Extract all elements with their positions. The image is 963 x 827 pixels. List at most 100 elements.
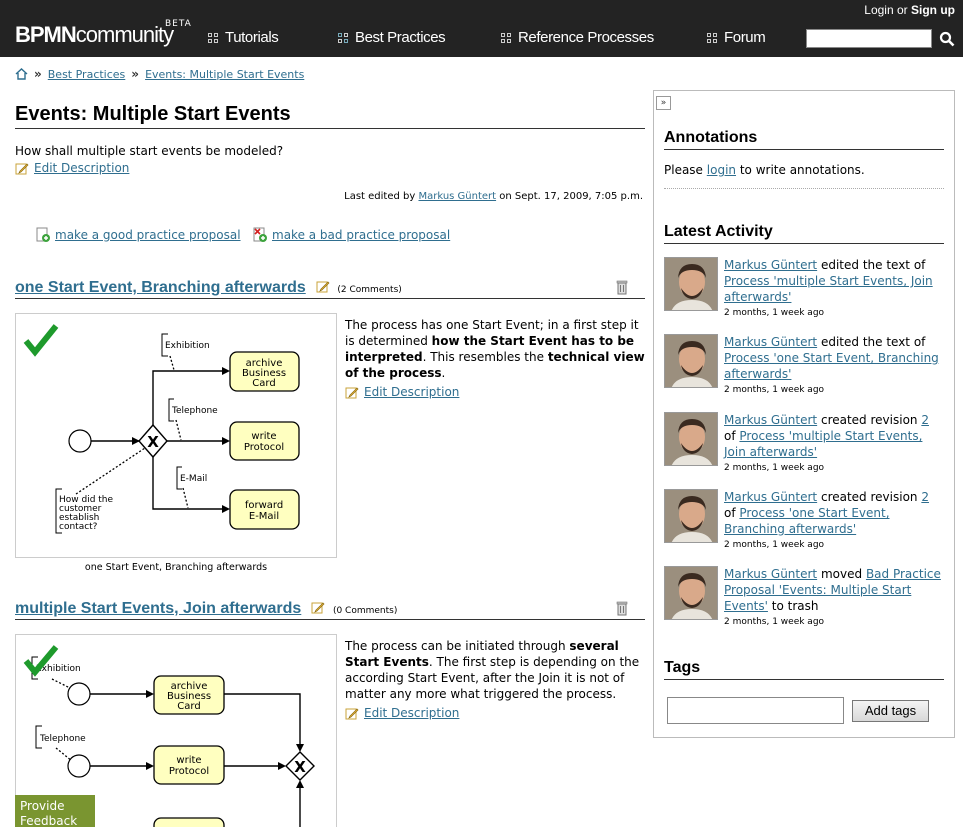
grid-icon xyxy=(208,32,218,43)
start-event xyxy=(68,429,92,453)
check-icon xyxy=(23,324,59,357)
activity-of: of xyxy=(724,506,736,520)
site-logo[interactable]: BPMNcommunity xyxy=(15,22,174,48)
activity-revision-link[interactable]: 2 xyxy=(921,413,929,427)
pencil-icon[interactable] xyxy=(311,601,325,614)
trash-icon[interactable] xyxy=(616,280,628,295)
task-partial xyxy=(153,817,225,827)
activity-target-link[interactable]: Process 'multiple Start Events, Join aft… xyxy=(724,274,933,304)
signup-link[interactable]: Sign up xyxy=(911,3,955,17)
good-proposal-link[interactable]: make a good practice proposal xyxy=(35,227,241,243)
edit-description-link[interactable]: Edit Description xyxy=(15,161,283,175)
activity-time: 2 months, 1 week ago xyxy=(724,308,825,318)
pencil-icon xyxy=(345,708,359,719)
activity-of: of xyxy=(724,429,736,443)
beta-badge: BETA xyxy=(165,19,192,29)
avatar[interactable] xyxy=(664,412,718,466)
task-archive-label: Card xyxy=(252,378,275,389)
practice-2-comments[interactable]: (0 Comments) xyxy=(333,606,397,616)
nav-tutorials[interactable]: Tutorials xyxy=(208,29,279,46)
practice-2-description: The process can be initiated through sev… xyxy=(345,638,645,721)
practice-1-edit-description[interactable]: Edit Description xyxy=(345,384,645,400)
activity-time: 2 months, 1 week ago xyxy=(724,617,825,627)
practice-2-title-link[interactable]: multiple Start Events, Join afterwards xyxy=(15,600,301,617)
auth-links: Login or Sign up xyxy=(864,3,955,17)
practice-1-header: one Start Event, Branching afterwards (2… xyxy=(15,279,645,299)
avatar[interactable] xyxy=(664,566,718,620)
breadcrumb: » Best Practices » Events: Multiple Star… xyxy=(15,67,304,81)
task-forward-label: E-Mail xyxy=(249,511,279,522)
activity-user-link[interactable]: Markus Güntert xyxy=(724,490,817,504)
practice-1-diagram[interactable]: X Exhibition Telephone E-Mail How did th… xyxy=(15,313,337,558)
user-photo-icon xyxy=(665,490,717,542)
bad-proposal-link[interactable]: make a bad practice proposal xyxy=(252,227,450,243)
activity-user-link[interactable]: Markus Güntert xyxy=(724,335,817,349)
annotation-telephone: Telephone xyxy=(171,406,218,416)
nav-forum[interactable]: Forum xyxy=(707,29,766,46)
gateway-label: X xyxy=(294,758,306,776)
breadcrumb-best-practices[interactable]: Best Practices xyxy=(48,68,126,81)
activity-tail: to trash xyxy=(771,599,819,613)
activity-action: created revision xyxy=(820,490,918,504)
grid-icon xyxy=(501,32,511,43)
activity-target-link[interactable]: Process 'multiple Start Events, Join aft… xyxy=(724,429,922,459)
annotation-exhibition: Exhibition xyxy=(165,341,210,351)
latest-activity-heading: Latest Activity xyxy=(664,223,944,244)
annotations-text: Please login to write annotations. xyxy=(664,163,865,177)
activity-revision-link[interactable]: 2 xyxy=(921,490,929,504)
last-edited-user-link[interactable]: Markus Güntert xyxy=(418,191,496,202)
practice-1-comments[interactable]: (2 Comments) xyxy=(337,285,401,295)
annotations-login-link[interactable]: login xyxy=(707,163,736,177)
search-input[interactable] xyxy=(806,29,932,48)
practice-1-description: The process has one Start Event; in a fi… xyxy=(345,318,645,400)
task-protocol-label: Protocol xyxy=(169,766,209,777)
provide-feedback-button[interactable]: Provide Feedback xyxy=(15,795,95,827)
pencil-icon xyxy=(345,387,359,398)
activity-time: 2 months, 1 week ago xyxy=(724,540,825,550)
activity-time: 2 months, 1 week ago xyxy=(724,385,825,395)
annotation-question: contact? xyxy=(59,522,98,532)
home-icon[interactable] xyxy=(15,68,28,80)
grid-icon xyxy=(707,32,717,43)
user-photo-icon xyxy=(665,258,717,310)
practice-1-caption: one Start Event, Branching afterwards xyxy=(84,562,268,573)
avatar[interactable] xyxy=(664,334,718,388)
activity-action: created revision xyxy=(820,413,918,427)
activity-user-link[interactable]: Markus Güntert xyxy=(724,413,817,427)
or-text: or xyxy=(896,3,908,17)
pencil-icon xyxy=(15,163,29,174)
trash-icon[interactable] xyxy=(616,601,628,616)
activity-target-link[interactable]: Process 'one Start Event, Branching afte… xyxy=(724,506,890,536)
tags-input[interactable] xyxy=(667,697,844,724)
gateway-label: X xyxy=(147,433,159,451)
search-icon[interactable] xyxy=(939,31,955,47)
login-link[interactable]: Login xyxy=(864,3,893,17)
practice-1-title-link[interactable]: one Start Event, Branching afterwards xyxy=(15,279,306,296)
avatar[interactable] xyxy=(664,489,718,543)
annotations-heading: Annotations xyxy=(664,129,944,150)
add-tags-button[interactable]: Add tags xyxy=(852,700,929,722)
task-protocol-label: write xyxy=(176,755,201,766)
breadcrumb-current[interactable]: Events: Multiple Start Events xyxy=(145,68,304,81)
activity-user-link[interactable]: Markus Güntert xyxy=(724,258,817,272)
breadcrumb-separator: » xyxy=(34,67,42,81)
nav-best-practices[interactable]: Best Practices xyxy=(338,29,446,46)
grid-icon xyxy=(338,32,348,43)
task-forward-label: forward xyxy=(245,500,283,511)
breadcrumb-separator: » xyxy=(131,67,140,81)
activity-target-link[interactable]: Process 'one Start Event, Branching afte… xyxy=(724,351,939,381)
activity-action: moved xyxy=(820,567,863,581)
nav-reference-processes[interactable]: Reference Processes xyxy=(501,29,654,46)
user-photo-icon xyxy=(665,413,717,465)
avatar[interactable] xyxy=(664,257,718,311)
pencil-icon[interactable] xyxy=(316,280,330,293)
collapse-panel-button[interactable]: » xyxy=(656,96,671,110)
activity-time: 2 months, 1 week ago xyxy=(724,463,825,473)
last-edited: Last edited by Markus Güntert on Sept. 1… xyxy=(344,191,643,202)
task-protocol-label: Protocol xyxy=(244,442,284,453)
bpmn-diagram: X Exhibition Telephone E-Mail How did th… xyxy=(23,324,300,534)
practice-2-edit-description[interactable]: Edit Description xyxy=(345,705,645,721)
activity-user-link[interactable]: Markus Güntert xyxy=(724,567,817,581)
task-archive-label: Card xyxy=(177,701,200,712)
activity-action: edited the text of xyxy=(820,335,926,349)
